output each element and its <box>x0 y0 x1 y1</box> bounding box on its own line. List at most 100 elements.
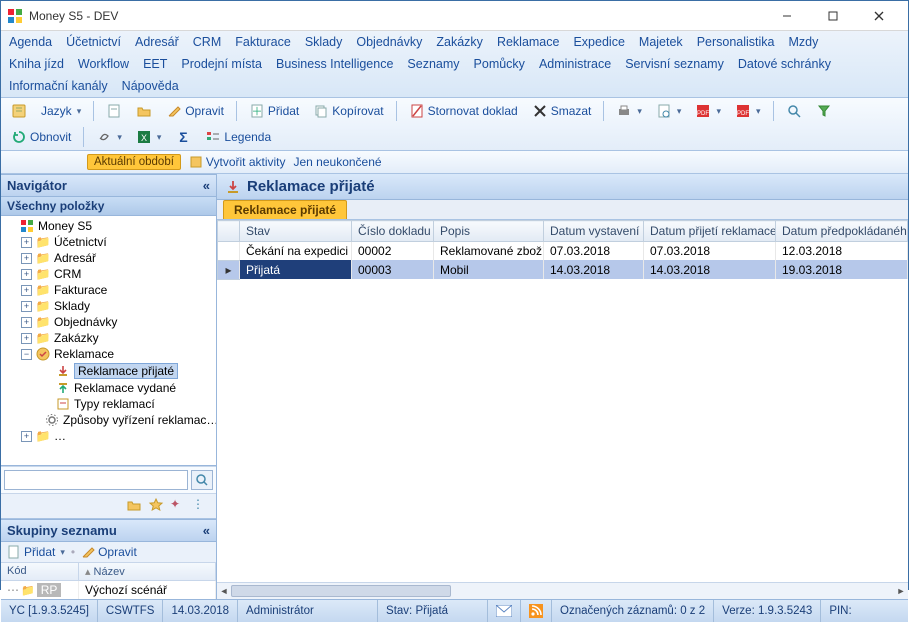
menu-item[interactable]: CRM <box>193 35 221 49</box>
tree-item[interactable]: +📁Fakturace <box>3 282 216 298</box>
expand-icon[interactable]: + <box>21 301 32 312</box>
menu-item[interactable]: Personalistika <box>697 35 775 49</box>
menu-item[interactable]: Prodejní místa <box>181 57 262 71</box>
scrollbar-thumb[interactable] <box>231 585 451 597</box>
menu-item[interactable]: Seznamy <box>407 57 459 71</box>
tree-item-reklamace-prijate[interactable]: Reklamace přijaté <box>3 362 216 380</box>
minimize-button[interactable] <box>764 1 810 31</box>
menu-item[interactable]: Objednávky <box>356 35 422 49</box>
nav-tree[interactable]: Money S5 +📁Účetnictví +📁Adresář +📁CRM +📁… <box>1 216 216 466</box>
row-header-blank[interactable] <box>218 221 240 242</box>
col-stav[interactable]: Stav <box>240 221 352 242</box>
menu-item[interactable]: Účetnictví <box>66 35 121 49</box>
menu-item[interactable]: Servisní seznamy <box>625 57 724 71</box>
expand-icon[interactable]: + <box>21 333 32 344</box>
jen-neukoncene-button[interactable]: Jen neukončené <box>294 155 382 169</box>
nav-search-button[interactable] <box>191 470 213 490</box>
menu-item[interactable]: Adresář <box>135 35 179 49</box>
col-cislo[interactable]: Číslo dokladu <box>352 221 434 242</box>
tab-reklamace-prijate[interactable]: Reklamace přijaté <box>223 200 347 219</box>
pdf2-dropdown[interactable]: PDF <box>731 101 765 121</box>
menu-item[interactable]: Reklamace <box>497 35 560 49</box>
menu-item[interactable]: Expedice <box>573 35 624 49</box>
dots-icon[interactable]: ⋮ <box>192 497 210 515</box>
menu-item[interactable]: Business Intelligence <box>276 57 393 71</box>
collapse-icon[interactable]: « <box>203 178 210 193</box>
close-button[interactable] <box>856 1 902 31</box>
scroll-right-icon[interactable]: ► <box>894 584 908 598</box>
menu-item[interactable]: Informační kanály <box>9 79 108 93</box>
collapse-icon[interactable]: − <box>21 349 32 360</box>
row-indicator[interactable] <box>218 242 240 261</box>
tree-item[interactable]: +📁Sklady <box>3 298 216 314</box>
menu-item[interactable]: Nápověda <box>122 79 179 93</box>
tree-item[interactable]: Typy reklamací <box>3 396 216 412</box>
menu-item[interactable]: Fakturace <box>235 35 291 49</box>
status-mail-icon[interactable] <box>488 600 521 622</box>
menu-item[interactable]: Majetek <box>639 35 683 49</box>
menu-item[interactable]: Pomůcky <box>474 57 525 71</box>
filter-icon[interactable] <box>812 101 836 121</box>
menu-item[interactable]: Kniha jízd <box>9 57 64 71</box>
attach-dropdown[interactable] <box>92 127 126 147</box>
col-popis[interactable]: Popis <box>434 221 544 242</box>
menu-item[interactable]: Administrace <box>539 57 611 71</box>
obnovit-button[interactable]: Obnovit <box>7 127 75 147</box>
menu-item[interactable]: Sklady <box>305 35 343 49</box>
smazat-button[interactable]: Smazat <box>528 101 596 121</box>
tree-item[interactable]: Způsoby vyřízení reklamac… <box>3 412 216 428</box>
row-indicator-current[interactable]: ▸ <box>218 260 240 279</box>
nav-search-input[interactable] <box>4 470 188 490</box>
star-icon[interactable] <box>148 497 166 515</box>
col-nazev[interactable]: ▴Název <box>79 563 216 580</box>
table-row[interactable]: Čekání na expedici 00002 Reklamované zbo… <box>218 242 908 261</box>
expand-icon[interactable]: + <box>21 431 32 442</box>
expand-icon[interactable]: + <box>21 269 32 280</box>
jazyk-dropdown[interactable]: Jazyk <box>37 102 85 120</box>
menu-item[interactable]: Datové schránky <box>738 57 831 71</box>
data-grid[interactable]: Stav Číslo dokladu Popis Datum vystavení… <box>217 220 908 582</box>
tree-item[interactable]: +📁… <box>3 428 216 444</box>
vytvorit-aktivity-button[interactable]: Vytvořit aktivity <box>189 155 286 169</box>
col-predpokladane[interactable]: Datum předpokládaného vy <box>776 221 908 242</box>
expand-icon[interactable]: + <box>21 237 32 248</box>
tree-item[interactable]: +📁Účetnictví <box>3 234 216 250</box>
tree-item[interactable]: +📁Objednávky <box>3 314 216 330</box>
tree-root[interactable]: Money S5 <box>3 218 216 234</box>
horizontal-scrollbar[interactable]: ◄ ► <box>217 582 908 599</box>
doc-icon[interactable] <box>102 101 126 121</box>
folder-icon[interactable] <box>126 497 144 515</box>
groups-pridat-button[interactable]: Přidat <box>7 545 65 559</box>
print-dropdown[interactable] <box>612 101 646 121</box>
opravit-button[interactable]: Opravit <box>162 101 228 121</box>
sum-icon[interactable]: Σ <box>171 127 195 147</box>
col-kod[interactable]: Kód <box>1 563 79 580</box>
col-prijeti[interactable]: Datum přijetí reklamace <box>644 221 776 242</box>
expand-icon[interactable]: + <box>21 285 32 296</box>
collapse-icon[interactable]: « <box>203 523 210 538</box>
kopirovat-button[interactable]: Kopírovat <box>309 101 387 121</box>
legenda-button[interactable]: Legenda <box>201 127 275 147</box>
pdf1-dropdown[interactable]: PDF <box>691 101 725 121</box>
preview-dropdown[interactable] <box>652 101 686 121</box>
sparkle-icon[interactable]: ✦ <box>170 497 188 515</box>
tree-item[interactable]: +📁Adresář <box>3 250 216 266</box>
menu-item[interactable]: Zakázky <box>436 35 483 49</box>
tree-item-reklamace[interactable]: −Reklamace <box>3 346 216 362</box>
table-row-selected[interactable]: ▸ Přijatá 00003 Mobil 14.03.2018 14.03.2… <box>218 260 908 279</box>
folder-icon[interactable] <box>132 101 156 121</box>
excel-dropdown[interactable]: X <box>132 127 166 147</box>
scroll-left-icon[interactable]: ◄ <box>217 584 231 598</box>
expand-icon[interactable]: + <box>21 317 32 328</box>
col-vystaveni[interactable]: Datum vystavení <box>544 221 644 242</box>
search-icon[interactable] <box>782 101 806 121</box>
book-icon[interactable] <box>7 101 31 121</box>
menu-item[interactable]: Workflow <box>78 57 129 71</box>
menu-item[interactable]: EET <box>143 57 167 71</box>
tree-item[interactable]: Reklamace vydané <box>3 380 216 396</box>
aktualni-obdobi-button[interactable]: Aktuální období <box>87 154 181 170</box>
menu-item[interactable]: Agenda <box>9 35 52 49</box>
groups-row[interactable]: ⋯📁RP Výchozí scénář <box>1 581 216 599</box>
tree-item[interactable]: +📁Zakázky <box>3 330 216 346</box>
menu-item[interactable]: Mzdy <box>789 35 819 49</box>
